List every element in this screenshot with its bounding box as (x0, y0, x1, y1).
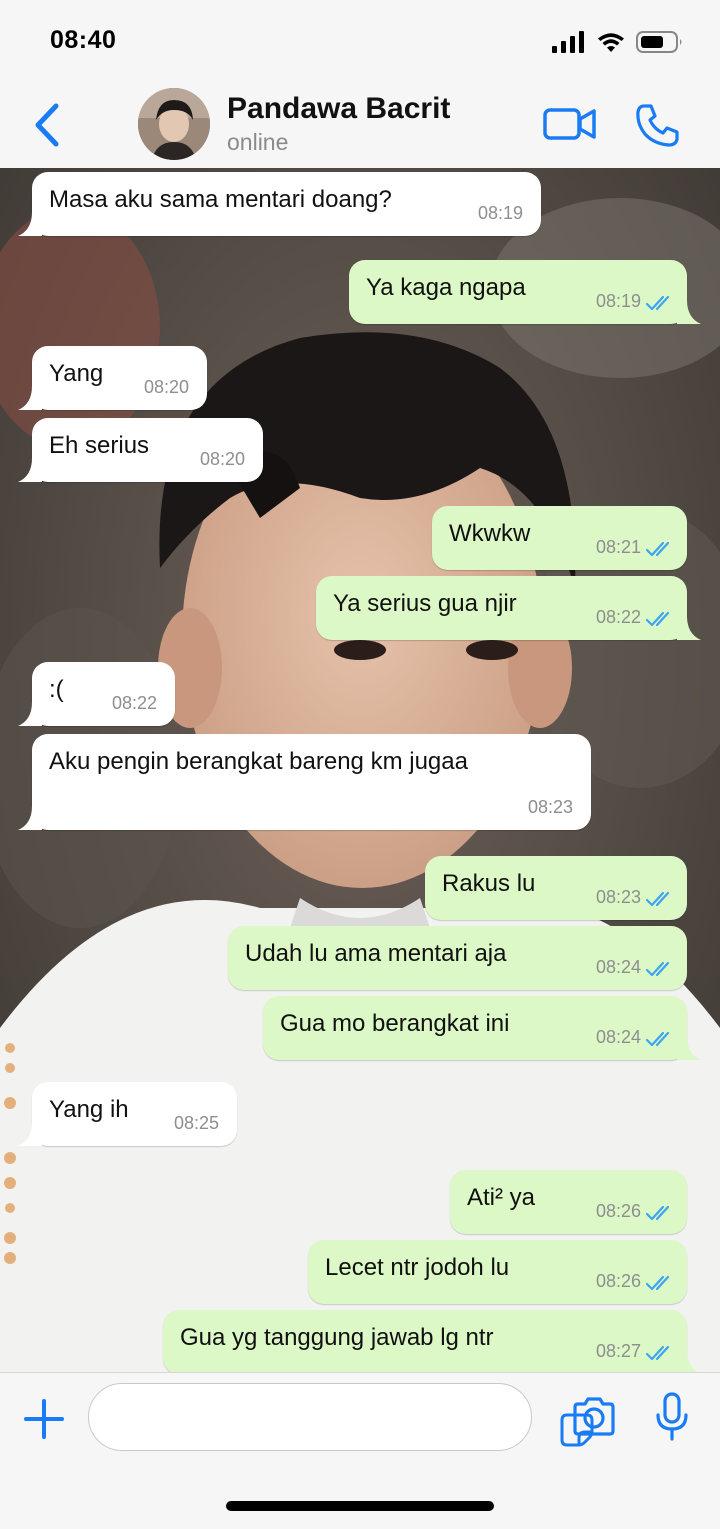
message-time: 08:21 (595, 537, 641, 557)
message-text: Eh serius (49, 432, 150, 459)
wifi-icon (598, 33, 624, 52)
bubble-tail (18, 212, 42, 236)
outgoing-message-bubble[interactable]: Gua mo berangkat ini 08:24 (263, 996, 701, 1060)
message-time: 08:22 (595, 607, 641, 627)
message-time: 08:24 (595, 1027, 641, 1047)
input-bar (0, 1372, 720, 1529)
message-text: Aku pengin berangkat bareng km jugaa (49, 748, 468, 775)
message-text: Ya kaga ngapa (366, 274, 526, 301)
video-camera-icon[interactable] (542, 104, 598, 144)
plus-icon[interactable] (22, 1397, 66, 1441)
message-time: 08:25 (173, 1113, 219, 1133)
message-text: :( (49, 676, 64, 703)
bubble-tail (677, 300, 701, 324)
incoming-message-bubble[interactable]: Masa aku sama mentari doang? 08:19 (18, 172, 541, 236)
read-receipt-ticks-icon (645, 1031, 670, 1047)
bubble-tail (18, 458, 42, 482)
message-time: 08:20 (199, 449, 245, 469)
message-text: Ya serius gua njir (333, 590, 517, 617)
message-time: 08:26 (595, 1271, 641, 1291)
outgoing-message-bubble[interactable]: Wkwkw 08:21 (432, 506, 687, 570)
outgoing-message-bubble[interactable]: Gua yg tanggung jawab lg ntr 08:27 (163, 1310, 698, 1372)
microphone-icon[interactable] (654, 1391, 690, 1443)
outgoing-message-bubble[interactable]: Rakus lu 08:23 (425, 856, 687, 920)
status-icons (552, 30, 684, 54)
chat-header: Pandawa Bacrit online (0, 86, 720, 169)
message-time: 08:22 (111, 693, 157, 713)
incoming-message-bubble[interactable]: Aku pengin berangkat bareng km jugaa 08:2… (18, 734, 591, 830)
outgoing-message-bubble[interactable]: Ya kaga ngapa 08:19 (349, 260, 701, 324)
read-receipt-ticks-icon (645, 891, 670, 907)
outgoing-message-bubble[interactable]: Ati² ya 08:26 (450, 1170, 687, 1234)
read-receipt-ticks-icon (645, 611, 670, 627)
home-indicator[interactable] (226, 1501, 494, 1511)
message-time: 08:23 (595, 887, 641, 907)
read-receipt-ticks-icon (645, 1205, 670, 1221)
bubble-tail (18, 702, 42, 726)
message-text: Udah lu ama mentari aja (245, 940, 507, 967)
message-text: Wkwkw (449, 520, 531, 547)
message-text: Rakus lu (442, 870, 536, 897)
avatar-image (138, 88, 210, 160)
message-time: 08:20 (143, 377, 189, 397)
incoming-message-bubble[interactable]: Yang ih 08:25 (18, 1082, 237, 1146)
read-receipt-ticks-icon (645, 1275, 670, 1291)
outgoing-message-bubble[interactable]: Udah lu ama mentari aja 08:24 (228, 926, 687, 990)
back-chevron-icon[interactable] (28, 102, 68, 148)
bubble-tail (677, 616, 701, 640)
message-input[interactable] (88, 1383, 594, 1451)
bubble-tail (18, 806, 42, 830)
message-text: Ati² ya (467, 1184, 536, 1211)
read-receipt-ticks-icon (645, 1345, 670, 1361)
message-text: Yang ih (49, 1096, 129, 1123)
outgoing-message-bubble[interactable]: Lecet ntr jodoh lu 08:26 (308, 1240, 687, 1304)
read-receipt-ticks-icon (645, 541, 670, 557)
bubble-tail (677, 1350, 698, 1372)
signal-icon (552, 31, 584, 53)
message-time: 08:19 (477, 203, 523, 223)
message-text: Gua yg tanggung jawab lg ntr (180, 1324, 494, 1351)
incoming-message-bubble[interactable]: :( 08:22 (18, 662, 175, 726)
bubble-tail (18, 386, 42, 410)
message-text: Gua mo berangkat ini (280, 1010, 510, 1037)
read-receipt-ticks-icon (645, 295, 670, 311)
outgoing-message-bubble[interactable]: Ya serius gua njir 08:22 (316, 576, 701, 640)
status-time: 08:40 (50, 26, 117, 54)
phone-icon[interactable] (634, 102, 682, 148)
chat-area[interactable]: Masa aku sama mentari doang? 08:19 Ya kaga… (0, 168, 720, 1372)
contact-status: online (227, 129, 289, 155)
message-text: Masa aku sama mentari doang? (49, 186, 392, 213)
message-text: Yang (49, 360, 104, 387)
message-time: 08:27 (595, 1341, 641, 1361)
bubble-tail (677, 1036, 701, 1060)
message-text: Lecet ntr jodoh lu (325, 1254, 510, 1281)
camera-icon[interactable] (571, 1395, 617, 1439)
message-time: 08:23 (527, 797, 573, 817)
contact-name[interactable]: Pandawa Bacrit (227, 92, 450, 126)
message-time: 08:19 (595, 291, 641, 311)
message-time: 08:26 (595, 1201, 641, 1221)
contact-avatar[interactable] (138, 88, 210, 160)
bubble-tail (18, 1122, 42, 1146)
read-receipt-ticks-icon (645, 961, 670, 977)
message-time: 08:24 (595, 957, 641, 977)
battery-icon (636, 31, 682, 53)
incoming-message-bubble[interactable]: Yang 08:20 (18, 346, 207, 410)
status-bar: 08:40 (0, 0, 720, 86)
incoming-message-bubble[interactable]: Eh serius 08:20 (18, 418, 263, 482)
